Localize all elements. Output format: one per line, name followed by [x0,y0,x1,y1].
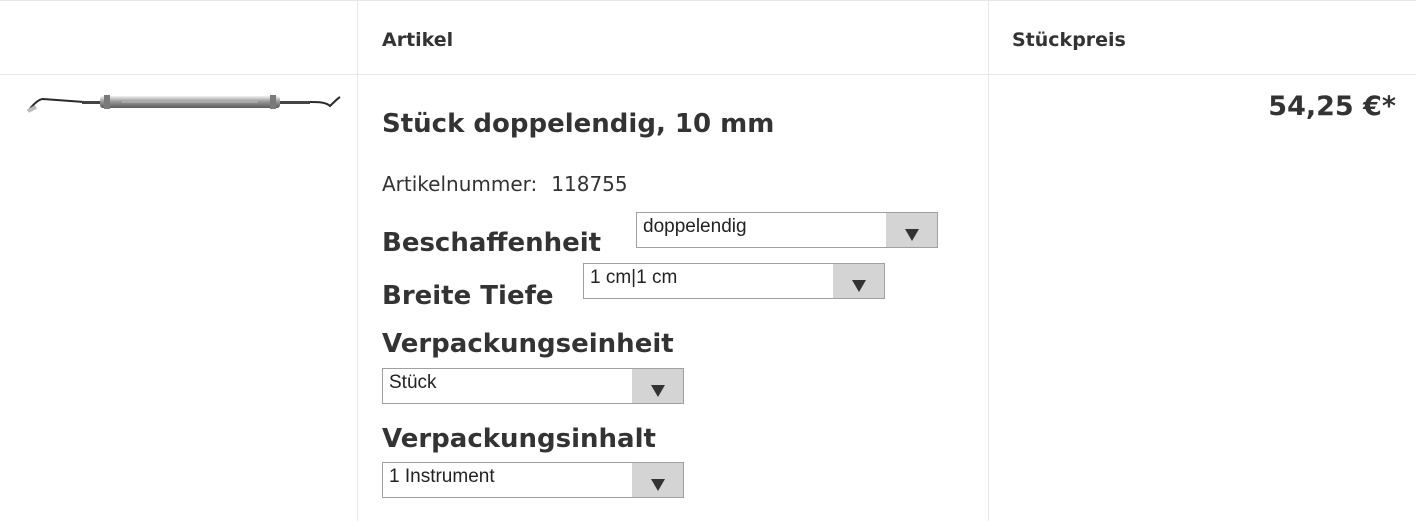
option-label-verpackungsinhalt: Verpackungsinhalt [382,424,656,454]
select-verpackungsinhalt[interactable]: 1 Instrument [382,462,684,498]
column-header-article: Artikel [382,29,454,51]
header-bottom-border [0,74,1416,75]
product-title[interactable]: Stück doppelendig, 10 mm [382,109,774,139]
option-label-verpackungseinheit: Verpackungseinheit [382,329,674,359]
triangle-down-icon [651,385,665,397]
select-breite-tiefe[interactable]: 1 cm|1 cm [583,263,885,299]
select-verpackungseinheit[interactable]: Stück [382,368,684,404]
select-dropdown-button[interactable] [632,369,683,403]
select-dropdown-button[interactable] [886,213,937,247]
column-divider-right [988,0,989,521]
triangle-down-icon [852,280,866,292]
select-value: doppelendig [643,216,747,237]
select-beschaffenheit[interactable]: doppelendig [636,212,938,248]
select-value: 1 Instrument [389,466,495,487]
article-number-row: Artikelnummer: 118755 [382,172,628,196]
select-value: 1 cm|1 cm [590,267,678,288]
article-number-value: 118755 [551,172,628,196]
header-top-border [0,0,1416,1]
select-dropdown-button[interactable] [833,264,884,298]
option-label-breite-tiefe: Breite Tiefe [382,281,554,311]
option-label-beschaffenheit: Beschaffenheit [382,228,602,258]
column-header-unit-price: Stückpreis [1012,29,1126,51]
instrument-image-icon [27,95,341,113]
article-number-label: Artikelnummer: [382,172,538,196]
triangle-down-icon [651,479,665,491]
column-divider-left [357,0,358,521]
product-image[interactable] [26,90,342,124]
unit-price: 54,25 €* [1268,91,1396,122]
triangle-down-icon [905,229,919,241]
select-value: Stück [389,372,437,393]
select-dropdown-button[interactable] [632,463,683,497]
